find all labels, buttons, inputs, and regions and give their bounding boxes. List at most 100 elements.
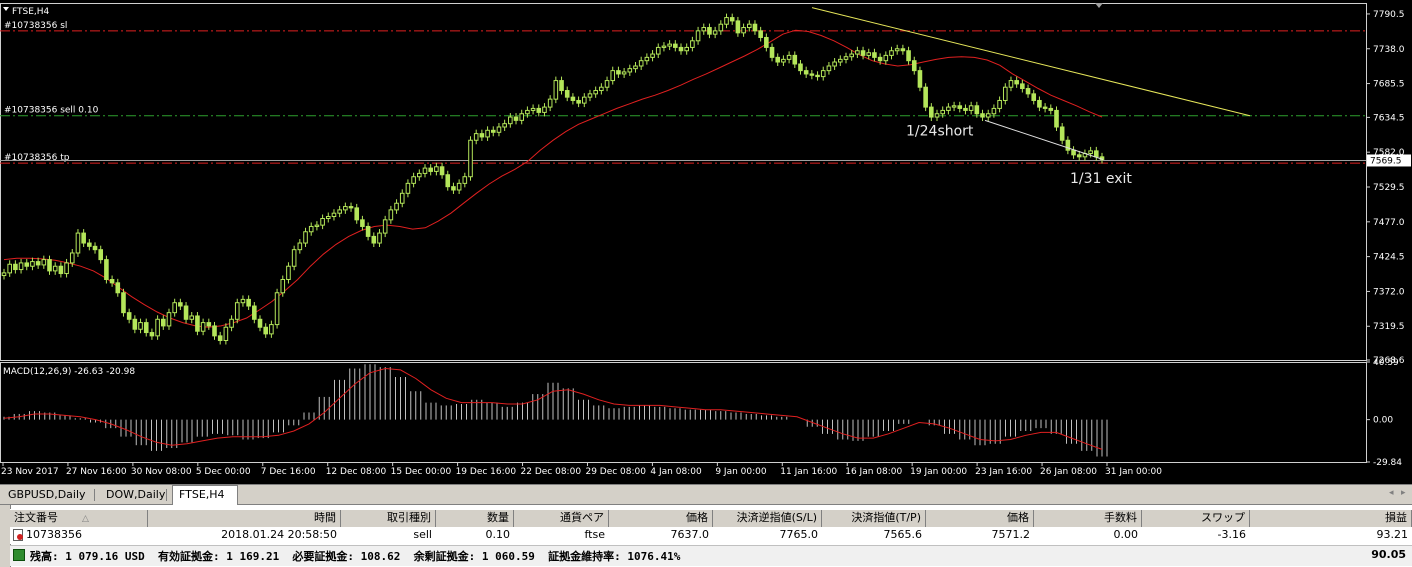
col-current-price[interactable]: 価格	[926, 510, 1034, 527]
candle-body	[377, 232, 382, 244]
candle-body	[417, 172, 422, 178]
scroll-right-icon[interactable]: ▸	[1401, 488, 1406, 498]
col-order-number[interactable]: 注文番号 △	[10, 510, 148, 527]
tab-dow-daily[interactable]: DOW,Daily	[100, 486, 171, 504]
col-take-profit[interactable]: 決済指値(T/P)	[822, 510, 926, 527]
candle-body	[7, 263, 12, 274]
cell-time: 2018.01.24 20:58:50	[221, 528, 337, 541]
col-time[interactable]: 時間	[148, 510, 341, 527]
account-summary-row: 残高: 1 079.16 USD 有効証拠金: 1 169.21 必要証拠金: …	[10, 545, 1412, 566]
chart[interactable]: 7790.57738.07685.57634.57582.07529.57477…	[0, 0, 1412, 484]
candle-body	[673, 43, 678, 48]
current-price-label: 7569.5	[1370, 156, 1402, 166]
candle-body	[473, 133, 479, 141]
col-commission[interactable]: 手数料	[1034, 510, 1142, 527]
candle-body	[963, 107, 968, 111]
candle-body	[308, 225, 314, 233]
candle-body	[263, 326, 268, 335]
candle-body	[24, 262, 30, 267]
candle-body	[52, 265, 58, 272]
candle-body	[900, 48, 906, 52]
candle-body	[18, 262, 24, 271]
candle-body	[320, 217, 325, 226]
time-axis-label: 12 Dec 08:00	[326, 467, 387, 477]
candle-body	[644, 56, 650, 62]
tab-gbpusd-daily[interactable]: GBPUSD,Daily	[2, 486, 92, 504]
candle-body	[41, 259, 47, 266]
candle-body	[490, 129, 496, 133]
col-profit[interactable]: 損益	[1250, 510, 1412, 527]
candle-body	[183, 305, 189, 320]
col-stop-loss[interactable]: 決済逆指値(S/L)	[713, 510, 822, 527]
cell-commission: 0.00	[1113, 528, 1139, 541]
candle-body	[616, 70, 621, 75]
macd-axis-label: 40.59	[1373, 358, 1399, 368]
candle-body	[553, 80, 559, 100]
annotation-exit: 1/31 exit	[1070, 171, 1132, 187]
candle-body	[815, 74, 820, 78]
candle-body	[957, 105, 963, 109]
price-axis-label: 7738.0	[1373, 45, 1405, 55]
candle-body	[1054, 109, 1059, 128]
price-axis-label: 7529.5	[1373, 183, 1405, 193]
candle-body	[30, 261, 35, 267]
candle-body	[1020, 83, 1025, 90]
candle-body	[98, 249, 104, 261]
col-type[interactable]: 取引種別	[341, 510, 436, 527]
col-swap[interactable]: スワップ	[1142, 510, 1250, 527]
candle-body	[502, 123, 507, 128]
candle-body	[917, 70, 923, 88]
candle-body	[883, 54, 889, 62]
candle-body	[445, 174, 451, 188]
tab-ftse-h4[interactable]: FTSE,H4	[172, 485, 238, 505]
candle-body	[496, 126, 502, 133]
candle-body	[525, 109, 530, 115]
macd-axis-label: 0.00	[1373, 416, 1393, 426]
candle-body	[980, 113, 985, 118]
candle-body	[143, 322, 149, 334]
candle-body	[337, 209, 342, 214]
candle-body	[542, 106, 547, 113]
candle-body	[1042, 106, 1048, 109]
time-axis-label: 4 Jan 08:00	[650, 467, 702, 477]
candle-body	[695, 30, 701, 42]
candle-body	[456, 182, 462, 191]
candle-body	[325, 216, 331, 219]
candle-body	[678, 46, 684, 52]
table-row[interactable]: 10738356 2018.01.24 20:58:50 sell 0.10 f…	[10, 527, 1412, 544]
time-axis-label: 22 Dec 08:00	[521, 467, 582, 477]
candle-body	[1031, 93, 1037, 101]
col-symbol[interactable]: 通貨ペア	[514, 510, 609, 527]
candle-body	[735, 20, 741, 34]
scroll-left-icon[interactable]: ◂	[1389, 488, 1394, 498]
candle-body	[513, 116, 519, 121]
price-axis-label: 7790.5	[1373, 10, 1405, 20]
candle-body	[286, 265, 291, 281]
candle-body	[974, 105, 980, 115]
cell-symbol: ftse	[584, 528, 606, 541]
cell-current-price: 7571.2	[991, 528, 1031, 541]
candle-body	[746, 23, 752, 29]
candle-body	[707, 27, 712, 35]
candle-body	[792, 54, 798, 65]
candle-body	[411, 176, 416, 184]
col-volume[interactable]: 数量	[436, 510, 514, 527]
candle-body	[951, 105, 957, 108]
candle-body	[303, 231, 308, 244]
candle-body	[843, 56, 849, 60]
tab-divider	[94, 489, 95, 501]
candle-body	[434, 166, 439, 172]
candle-body	[860, 50, 866, 56]
cell-swap: -3.16	[1217, 528, 1246, 541]
col-price[interactable]: 価格	[609, 510, 713, 527]
candle-body	[775, 56, 781, 63]
candle-body	[354, 207, 360, 221]
candle-body	[109, 279, 115, 284]
price-axis-label: 7634.5	[1373, 113, 1405, 123]
candle-body	[69, 252, 75, 264]
candle-body	[650, 53, 655, 58]
candle-body	[81, 232, 86, 244]
candle-body	[968, 105, 974, 111]
candle-body	[581, 96, 587, 104]
candle-body	[160, 318, 166, 327]
